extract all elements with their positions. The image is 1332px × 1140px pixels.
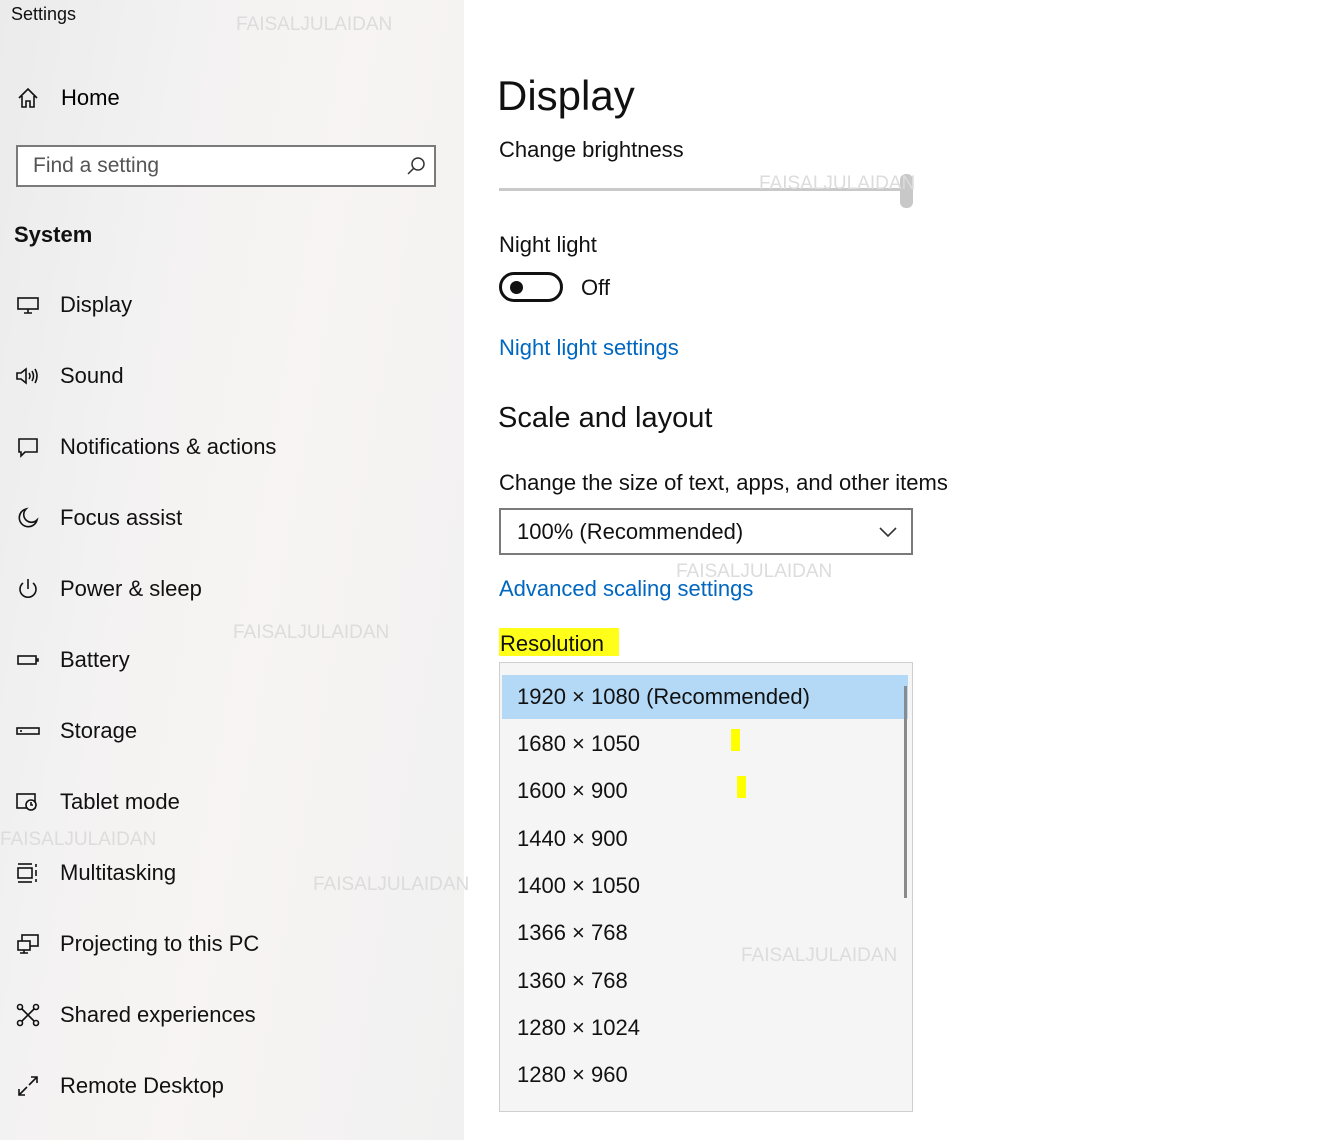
search-icon[interactable] xyxy=(398,148,434,184)
resolution-option[interactable]: 1366 × 768 xyxy=(502,911,908,955)
resolution-option[interactable]: 1680 × 1050 xyxy=(502,722,908,766)
night-light-settings-link[interactable]: Night light settings xyxy=(499,335,679,361)
resolution-list-scrollbar[interactable] xyxy=(904,686,907,898)
sidebar-item-label: Focus assist xyxy=(60,505,183,530)
chevron-down-icon xyxy=(873,517,903,547)
sidebar-item-projecting[interactable]: Projecting to this PC xyxy=(14,924,259,964)
advanced-scaling-link[interactable]: Advanced scaling settings xyxy=(499,576,753,602)
sidebar-item-tablet-mode[interactable]: Tablet mode xyxy=(14,782,180,822)
search-box[interactable] xyxy=(16,145,436,187)
night-light-toggle[interactable] xyxy=(499,272,563,302)
scale-dropdown[interactable]: 100% (Recommended) xyxy=(499,508,913,555)
watermark: FAISALJULAIDAN xyxy=(759,173,916,194)
resolution-option[interactable]: 1600 × 900 xyxy=(502,769,908,813)
sidebar-item-label: Storage xyxy=(60,718,138,743)
sidebar: Settings Home System Display xyxy=(0,0,464,1140)
night-light-label: Night light xyxy=(499,232,597,257)
highlight-mark xyxy=(737,776,746,798)
toggle-knob xyxy=(510,281,523,294)
resolution-option[interactable]: 1280 × 1024 xyxy=(502,1006,908,1050)
nav-home[interactable]: Home xyxy=(14,80,120,116)
section-heading-system: System xyxy=(14,222,93,247)
storage-icon xyxy=(14,717,42,745)
brightness-slider[interactable] xyxy=(499,188,907,191)
resolution-option[interactable]: 1440 × 900 xyxy=(502,817,908,861)
resolution-option[interactable]: 1400 × 1050 xyxy=(502,864,908,908)
sidebar-item-focus-assist[interactable]: Focus assist xyxy=(14,498,182,538)
sidebar-item-storage[interactable]: Storage xyxy=(14,711,137,751)
sidebar-item-label: Tablet mode xyxy=(60,789,180,814)
app-title: Settings xyxy=(11,4,77,24)
sidebar-item-label: Power & sleep xyxy=(60,576,202,601)
sidebar-item-label: Projecting to this PC xyxy=(60,931,260,956)
search-input[interactable] xyxy=(18,153,398,179)
sidebar-item-label: Notifications & actions xyxy=(60,434,277,459)
home-icon xyxy=(14,84,42,112)
sidebar-item-label: Multitasking xyxy=(60,860,177,885)
highlight-mark xyxy=(731,729,740,751)
remote-desktop-icon xyxy=(14,1072,42,1100)
moon-icon xyxy=(14,504,42,532)
resolution-option[interactable]: 1280 × 960 xyxy=(502,1053,908,1097)
multitasking-icon xyxy=(14,859,42,887)
notification-icon xyxy=(14,433,42,461)
resolution-option[interactable]: 1920 × 1080 (Recommended) xyxy=(502,675,908,719)
sidebar-item-multitasking[interactable]: Multitasking xyxy=(14,853,176,893)
sidebar-item-notifications[interactable]: Notifications & actions xyxy=(14,427,276,467)
sidebar-item-power-sleep[interactable]: Power & sleep xyxy=(14,569,202,609)
tablet-icon xyxy=(14,788,42,816)
speaker-icon xyxy=(14,362,42,390)
resolution-list[interactable]: 1920 × 1080 (Recommended) 1680 × 1050 16… xyxy=(499,662,913,1112)
brightness-slider-thumb[interactable] xyxy=(900,174,913,208)
nav-home-label: Home xyxy=(61,85,120,110)
sidebar-item-label: Battery xyxy=(60,647,130,672)
sidebar-item-label: Sound xyxy=(60,363,124,388)
sidebar-item-label: Shared experiences xyxy=(60,1002,256,1027)
page-title: Display xyxy=(497,72,635,119)
monitor-icon xyxy=(14,291,42,319)
sidebar-item-display[interactable]: Display xyxy=(14,285,132,325)
share-icon xyxy=(14,1001,42,1029)
sidebar-item-shared-experiences[interactable]: Shared experiences xyxy=(14,995,256,1035)
sidebar-item-battery[interactable]: Battery xyxy=(14,640,130,680)
night-light-state: Off xyxy=(581,275,610,300)
battery-icon xyxy=(14,646,42,674)
scale-layout-heading: Scale and layout xyxy=(498,402,713,434)
power-icon xyxy=(14,575,42,603)
text-size-label: Change the size of text, apps, and other… xyxy=(499,470,948,495)
resolution-option[interactable]: 1360 × 768 xyxy=(502,959,908,1003)
sidebar-item-remote-desktop[interactable]: Remote Desktop xyxy=(14,1066,224,1106)
sidebar-item-label: Display xyxy=(60,292,133,317)
projector-icon xyxy=(14,930,42,958)
resolution-label: Resolution xyxy=(499,628,619,656)
sidebar-item-label: Remote Desktop xyxy=(60,1073,224,1098)
scale-dropdown-value: 100% (Recommended) xyxy=(517,518,744,544)
brightness-label: Change brightness xyxy=(499,137,684,162)
sidebar-item-sound[interactable]: Sound xyxy=(14,356,124,396)
